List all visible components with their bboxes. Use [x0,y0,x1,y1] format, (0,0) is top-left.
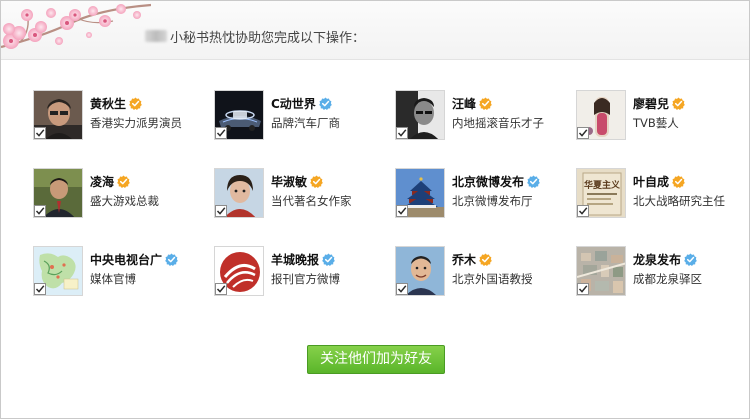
select-checkbox[interactable] [215,205,227,217]
select-checkbox[interactable] [34,283,46,295]
user-description: 北京微博发布厅 [452,194,533,208]
user-name-row: 廖碧兒 [633,95,685,111]
user-info: C动世界品牌汽车厂商 [271,95,340,131]
select-checkbox[interactable] [215,283,227,295]
verified-badge-icon [310,175,323,188]
verified-badge-icon [479,253,492,266]
user-card[interactable]: 华夏主义 叶自成北大战略研究主任 [576,168,746,224]
user-description: 成都龙泉驿区 [633,272,702,286]
user-name[interactable]: 汪峰 [452,95,476,112]
user-name[interactable]: C动世界 [271,95,316,112]
verified-badge-icon [672,97,685,110]
user-info: 龙泉发布成都龙泉驿区 [633,251,702,287]
verified-badge-icon [684,253,697,266]
verified-badge-icon [527,175,540,188]
user-name[interactable]: 中央电视台广 [90,251,162,268]
select-checkbox[interactable] [34,205,46,217]
user-name-row: 中央电视台广 [90,251,178,267]
dialog-title: 小秘书热忱协助您完成以下操作： [145,27,366,46]
user-card[interactable]: 黄秋生香港实力派男演员 [33,90,203,146]
user-name[interactable]: 凌海 [90,173,114,190]
user-name[interactable]: 廖碧兒 [633,95,669,112]
user-description: 媒体官博 [90,272,136,286]
user-name-row: 乔木 [452,251,533,267]
user-info: 中央电视台广 媒体官博 [90,251,178,286]
user-description: 香港实力派男演员 [90,116,182,130]
user-card[interactable]: 汪峰内地摇滚音乐才子 [395,90,565,146]
user-name-row: 北京微博发布 [452,173,540,189]
select-checkbox[interactable] [577,127,589,139]
user-card[interactable]: 羊城晚报报刊官方微博 [214,246,384,302]
user-description: 北大战略研究主任 [633,194,725,208]
user-name[interactable]: 北京微博发布 [452,173,524,190]
user-name[interactable]: 乔木 [452,251,476,268]
verified-badge-icon [322,253,335,266]
user-card[interactable]: 北京微博发布 北京微博发布厅 [395,168,565,224]
user-info: 毕淑敏当代著名女作家 [271,173,352,209]
user-name-row: 叶自成 [633,173,725,189]
verified-badge-icon [117,175,130,188]
user-name-row: 龙泉发布 [633,251,702,267]
select-checkbox[interactable] [34,127,46,139]
user-name[interactable]: 羊城晚报 [271,251,319,268]
user-name[interactable]: 叶自成 [633,173,669,190]
user-card[interactable]: 凌海 盛大游戏总裁 [33,168,203,224]
user-info: 凌海 盛大游戏总裁 [90,173,159,209]
user-card[interactable]: 毕淑敏当代著名女作家 [214,168,384,224]
user-info: 黄秋生香港实力派男演员 [90,95,182,131]
user-name[interactable]: 黄秋生 [90,95,126,112]
book-cover-title: 华夏主义 [584,179,621,191]
user-description: 当代著名女作家 [271,194,352,208]
user-name-row: 黄秋生 [90,95,182,111]
user-card[interactable]: C动世界品牌汽车厂商 [214,90,384,146]
user-description: 内地摇滚音乐才子 [452,116,544,130]
user-name-row: 毕淑敏 [271,173,352,189]
user-card[interactable]: 廖碧兒 TVB藝人 [576,90,746,146]
user-info: 羊城晚报报刊官方微博 [271,251,340,287]
user-info: 叶自成北大战略研究主任 [633,173,725,209]
user-name-row: C动世界 [271,95,340,111]
user-name[interactable]: 龙泉发布 [633,251,681,268]
select-checkbox[interactable] [396,205,408,217]
user-description: 报刊官方微博 [271,272,340,286]
verified-badge-icon [129,97,142,110]
verified-badge-icon [672,175,685,188]
user-description: 北京外国语教授 [452,272,533,286]
blurred-username [145,30,167,42]
user-info: 汪峰内地摇滚音乐才子 [452,95,544,131]
user-description: 盛大游戏总裁 [90,194,159,208]
verified-badge-icon [479,97,492,110]
follow-recommendation-dialog: 小秘书热忱协助您完成以下操作： 黄秋生香港实力派男演员 C动世界品牌汽车厂商 汪峰内… [0,0,750,419]
verified-badge-icon [318,97,332,110]
select-checkbox[interactable] [577,283,589,295]
dialog-title-text: 小秘书热忱协助您完成以下操作： [170,30,366,46]
user-description: 品牌汽车厂商 [271,116,340,130]
dialog-header: 小秘书热忱协助您完成以下操作： [1,1,749,60]
select-checkbox[interactable] [215,127,227,139]
user-name-row: 羊城晚报 [271,251,340,267]
user-info: 乔木 北京外国语教授 [452,251,533,287]
user-name-row: 凌海 [90,173,159,189]
select-checkbox[interactable] [396,127,408,139]
user-card[interactable]: 中央电视台广 媒体官博 [33,246,203,302]
user-name-row: 汪峰 [452,95,544,111]
user-info: 北京微博发布 北京微博发布厅 [452,173,540,208]
user-name[interactable]: 毕淑敏 [271,173,307,190]
plum-blossom-decoration [1,3,151,49]
verified-badge-icon [165,253,178,266]
follow-all-button[interactable]: 关注他们加为好友 [307,345,445,374]
user-card[interactable]: 龙泉发布成都龙泉驿区 [576,246,746,302]
user-info: 廖碧兒 TVB藝人 [633,95,685,130]
user-card[interactable]: 乔木 北京外国语教授 [395,246,565,302]
user-description: TVB藝人 [633,116,679,130]
select-checkbox[interactable] [396,283,408,295]
select-checkbox[interactable] [577,205,589,217]
